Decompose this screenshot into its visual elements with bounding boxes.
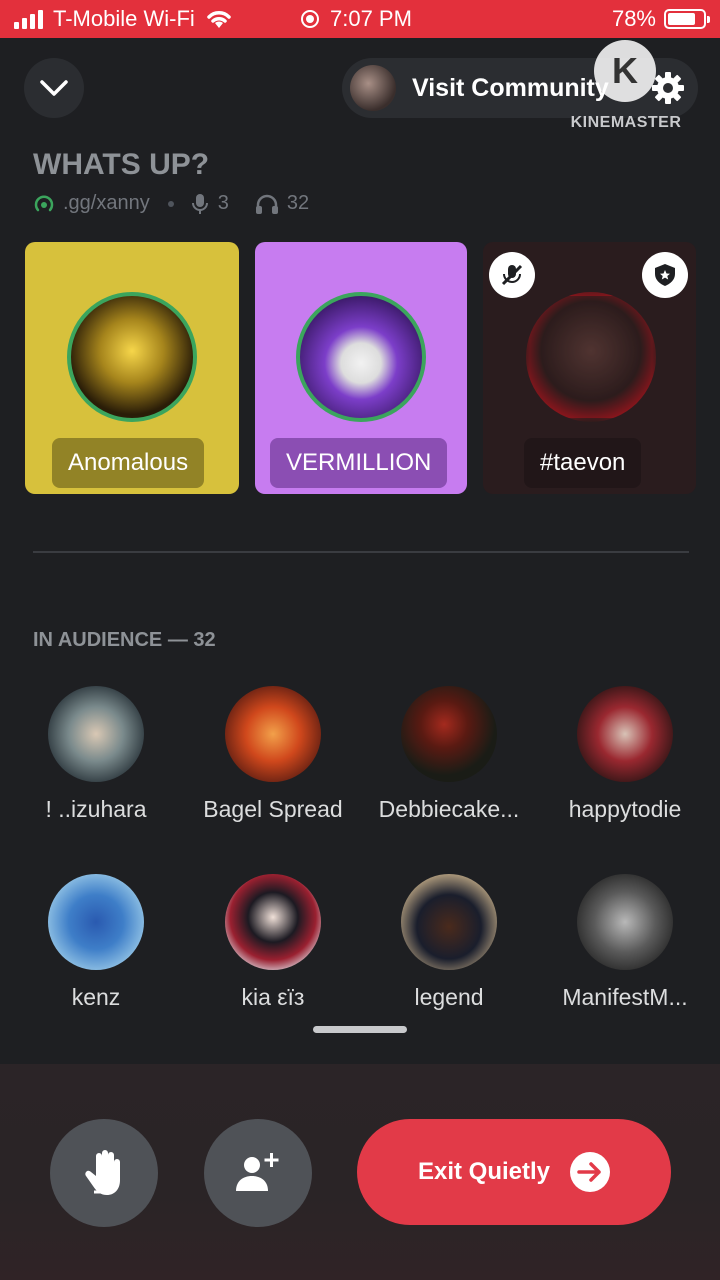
listeners-count: 32 — [286, 192, 310, 214]
battery-percent: 78% — [611, 6, 656, 31]
collapse-button[interactable] — [24, 58, 84, 118]
status-bar: T-Mobile Wi-Fi 7:07 PM 78% — [0, 0, 720, 38]
scroll-handle[interactable] — [313, 1026, 407, 1033]
audience-member[interactable]: happytodie — [540, 686, 710, 823]
exit-quietly-button[interactable]: Exit Quietly — [357, 1119, 671, 1225]
member-avatar — [401, 874, 497, 970]
member-name: legend — [414, 984, 484, 1010]
member-name: Bagel Spread — [203, 796, 343, 822]
headphones-icon — [255, 194, 278, 214]
member-avatar — [48, 874, 144, 970]
speaker-avatar — [296, 292, 426, 422]
cell-signal-icon — [14, 9, 43, 29]
carrier-label: T-Mobile Wi-Fi — [53, 6, 195, 31]
speaker-card[interactable]: VERMILLION — [255, 242, 467, 494]
audience-member[interactable]: kenz — [11, 874, 181, 1011]
clock: 7:07 PM — [330, 6, 412, 31]
member-name: ManifestM... — [562, 984, 688, 1010]
member-avatar — [577, 686, 673, 782]
audience-member[interactable]: ! ..izuhara — [11, 686, 181, 823]
speaker-card[interactable]: Anomalous — [25, 242, 239, 494]
screen-record-icon — [301, 10, 319, 28]
member-name: Debbiecake... — [378, 796, 520, 822]
speaker-name: VERMILLION — [270, 438, 448, 488]
raise-hand-button[interactable] — [50, 1119, 158, 1227]
exit-label: Exit Quietly — [417, 1158, 551, 1185]
member-name: kenz — [71, 984, 121, 1010]
stage-title: WHATS UP? — [33, 148, 210, 181]
add-user-icon — [236, 1153, 279, 1191]
audience-member[interactable]: kia εïз — [188, 874, 358, 1011]
raise-hand-icon — [85, 1150, 120, 1195]
member-avatar — [577, 874, 673, 970]
battery-icon — [664, 9, 710, 29]
audience-member[interactable]: ManifestM... — [540, 874, 710, 1011]
member-name: ! ..izuhara — [45, 796, 147, 822]
speaker-name: Anomalous — [52, 438, 205, 488]
member-name: kia εïз — [241, 984, 305, 1010]
kinemaster-text: KINEMASTER — [570, 114, 682, 131]
divider — [33, 551, 689, 553]
speaker-avatar — [526, 292, 656, 422]
muted-mic-icon — [489, 252, 535, 298]
member-name: happytodie — [568, 796, 682, 822]
audience-member[interactable]: Debbiecake... — [364, 686, 534, 823]
stage-broadcast-icon — [34, 194, 54, 211]
speaker-avatar — [67, 292, 197, 422]
community-avatar — [350, 65, 396, 111]
stage-meta: .gg/xanny 3 32 — [33, 192, 309, 215]
audience-member[interactable]: Bagel Spread — [188, 686, 358, 823]
member-avatar — [225, 686, 321, 782]
member-avatar — [225, 874, 321, 970]
stage-invite: .gg/xanny — [63, 192, 150, 214]
speaker-card[interactable]: #taevon — [483, 242, 696, 494]
wifi-icon — [207, 11, 231, 28]
invite-button[interactable] — [204, 1119, 312, 1227]
kinemaster-watermark: K KINEMASTER — [568, 38, 684, 134]
speaker-name: #taevon — [524, 438, 642, 488]
kinemaster-logo: K — [594, 40, 656, 102]
audience-member[interactable]: legend — [364, 874, 534, 1011]
chevron-down-icon — [40, 80, 68, 96]
speakers-count: 3 — [217, 192, 229, 214]
arrow-right-icon — [570, 1152, 611, 1192]
member-avatar — [48, 686, 144, 782]
moderator-shield-icon — [642, 252, 688, 298]
audience-header: IN AUDIENCE — 32 — [33, 629, 216, 651]
member-avatar — [401, 686, 497, 782]
microphone-icon — [191, 193, 208, 214]
